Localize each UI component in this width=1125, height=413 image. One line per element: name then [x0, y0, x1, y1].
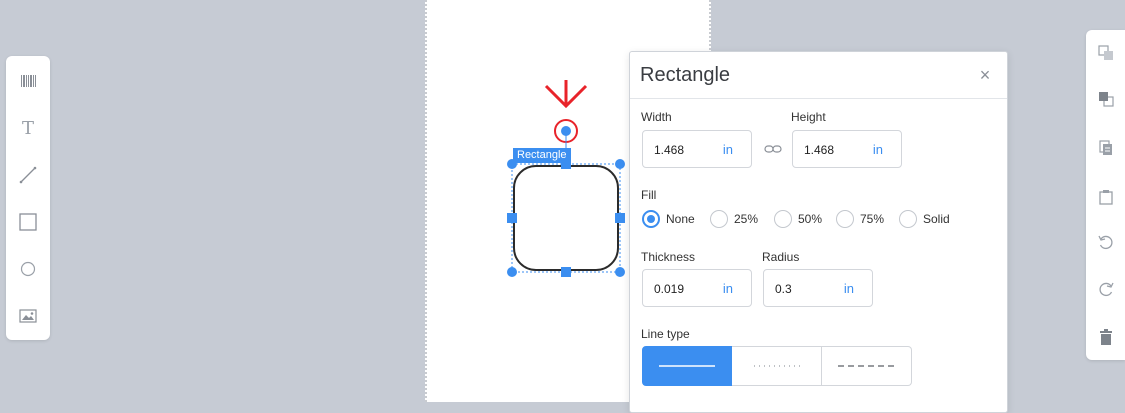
height-field[interactable]: 1.468 in [792, 130, 902, 168]
radius-unit: in [843, 281, 854, 296]
panel-title: Rectangle [640, 64, 731, 86]
width-unit: in [722, 142, 733, 157]
fill-option-75[interactable]: 75% [836, 209, 884, 229]
resize-handle-bottom-right[interactable] [615, 267, 625, 277]
radio-icon [899, 210, 917, 228]
rectangle-icon [19, 213, 37, 231]
canvas-guide-left [425, 0, 427, 402]
radius-label: Radius [762, 250, 800, 264]
undo-button[interactable] [1086, 228, 1125, 258]
fill-option-solid[interactable]: Solid [899, 209, 950, 229]
radio-icon [710, 210, 728, 228]
fill-option-50[interactable]: 50% [774, 209, 822, 229]
ellipse-icon [20, 261, 36, 277]
shape-label: Rectangle [513, 148, 571, 163]
copy-icon [1098, 140, 1112, 155]
resize-handle-top-right[interactable] [615, 159, 625, 169]
resize-handle-left[interactable] [507, 213, 517, 223]
bring-to-front-button[interactable] [1086, 84, 1125, 114]
thickness-label: Thickness [641, 250, 696, 264]
close-button[interactable]: × [974, 64, 996, 86]
thickness-value: 0.019 [654, 282, 685, 296]
redo-button[interactable] [1086, 275, 1125, 305]
resize-handle-right[interactable] [615, 213, 625, 223]
canvas-overlay [507, 80, 625, 277]
annotation-arrow-icon [544, 80, 588, 109]
resize-handle-bottom[interactable] [561, 267, 571, 277]
selection-box [511, 163, 621, 273]
line-type-dashed[interactable] [822, 346, 912, 386]
resize-handle-bottom-left[interactable] [507, 267, 517, 277]
line-type-dotted[interactable] [732, 346, 822, 386]
text-icon: T [21, 117, 34, 139]
image-tool[interactable] [6, 301, 50, 331]
barcode-icon [21, 75, 36, 87]
line-type-solid[interactable] [642, 346, 732, 386]
radio-icon [836, 210, 854, 228]
thickness-unit: in [722, 281, 733, 296]
rectangle-tool[interactable] [6, 207, 50, 237]
line-type-label: Line type [641, 327, 690, 341]
width-field[interactable]: 1.468 in [642, 130, 752, 168]
ellipse-tool[interactable] [6, 254, 50, 284]
solid-line-icon [659, 365, 715, 367]
dashed-line-icon [837, 365, 896, 367]
link-aspect-icon[interactable] [764, 143, 782, 155]
send-to-back-icon [1097, 45, 1113, 60]
close-icon: × [979, 64, 991, 85]
barcode-tool[interactable] [6, 66, 50, 96]
image-icon [19, 309, 37, 323]
redo-icon [1098, 282, 1114, 297]
panel-header: Rectangle × [630, 52, 1007, 99]
rotate-handle[interactable] [561, 126, 571, 136]
width-label: Width [641, 110, 672, 124]
paste-icon [1098, 190, 1113, 205]
send-to-back-button[interactable] [1086, 38, 1125, 68]
copy-button[interactable] [1086, 133, 1125, 163]
radio-icon [774, 210, 792, 228]
undo-icon [1097, 235, 1113, 250]
height-unit: in [872, 142, 883, 157]
line-tool[interactable] [6, 160, 50, 190]
height-label: Height [791, 110, 826, 124]
radius-field[interactable]: 0.3 in [763, 269, 873, 307]
thickness-field[interactable]: 0.019 in [642, 269, 752, 307]
width-value: 1.468 [654, 143, 685, 157]
radio-checked-icon [642, 210, 660, 228]
text-tool[interactable]: T [6, 113, 50, 143]
delete-icon [1099, 329, 1112, 345]
right-toolbar [1086, 30, 1125, 360]
fill-option-25[interactable]: 25% [710, 209, 758, 229]
bring-to-front-icon [1098, 92, 1114, 107]
line-icon [19, 166, 37, 184]
paste-button[interactable] [1086, 182, 1125, 212]
fill-option-none[interactable]: None [642, 209, 695, 229]
radius-value: 0.3 [775, 282, 792, 296]
dotted-line-icon [753, 365, 800, 367]
delete-button[interactable] [1086, 322, 1125, 352]
fill-label: Fill [641, 188, 657, 202]
left-toolbar: T [6, 56, 50, 340]
rectangle-shape[interactable] [513, 165, 619, 271]
height-value: 1.468 [804, 143, 835, 157]
